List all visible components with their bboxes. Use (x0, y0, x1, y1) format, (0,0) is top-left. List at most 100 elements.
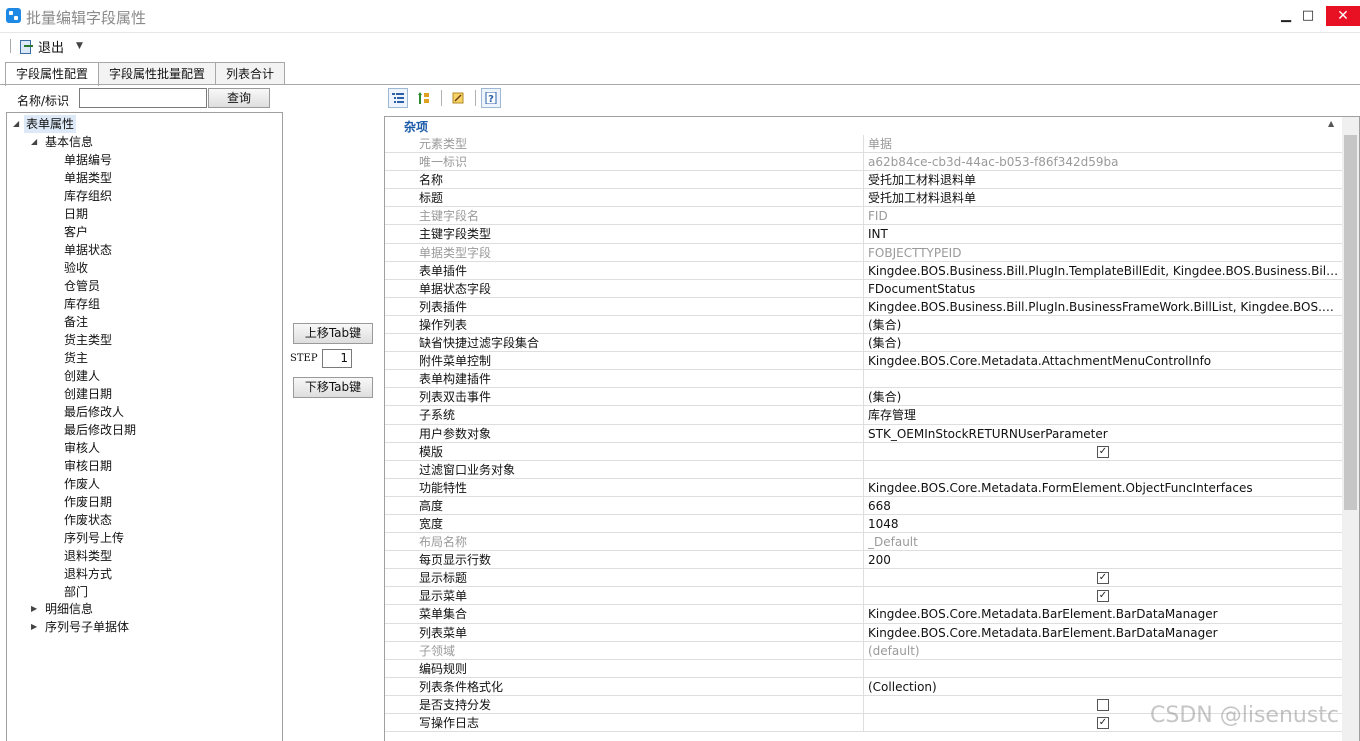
property-row[interactable]: 过滤窗口业务对象 (385, 460, 1343, 479)
property-row[interactable]: 附件菜单控制 Kingdee.BOS.Core.Metadata.Attachme… (385, 352, 1343, 371)
tab-list-total[interactable]: 列表合计 (215, 62, 286, 85)
tree-item[interactable]: 退料类型 (64, 547, 112, 565)
tree-item[interactable]: 创建日期 (64, 385, 112, 403)
property-row[interactable]: 表单构建插件 (385, 370, 1343, 389)
property-value[interactable]: Kingdee.BOS.Business.Bill.PlugIn.Busines… (868, 298, 1340, 316)
tree-item[interactable]: 部门 (64, 583, 88, 601)
property-row[interactable]: 模版 ✓ (385, 442, 1343, 461)
property-pages-icon[interactable] (448, 88, 468, 108)
category-header[interactable]: 杂项 ▲ (385, 117, 1345, 135)
property-checkbox[interactable]: ✓ (1097, 717, 1109, 729)
property-row[interactable]: 标题 受托加工材料退料单 (385, 189, 1343, 208)
tree-item[interactable]: 货主 (64, 349, 88, 367)
maximize-button[interactable]: □ (1296, 6, 1320, 26)
property-row[interactable]: 显示菜单 ✓ (385, 587, 1343, 606)
help-icon[interactable]: ? (481, 88, 501, 108)
property-row[interactable]: 高度 668 (385, 496, 1343, 515)
tree-item[interactable]: 库存组织 (64, 187, 112, 205)
sort-alpha-icon[interactable] (414, 88, 434, 108)
property-value[interactable]: INT (868, 225, 1340, 243)
property-row[interactable]: 操作列表 (集合) (385, 315, 1343, 335)
tree-group-serial-subentity[interactable]: 序列号子单据体 (45, 618, 129, 636)
property-row[interactable]: 列表双击事件 (集合) (385, 388, 1343, 407)
minimize-button[interactable]: ▁ (1274, 6, 1298, 26)
property-checkbox[interactable]: ✓ (1097, 572, 1109, 585)
chevron-down-icon[interactable]: ▼ (76, 41, 83, 51)
tree-item[interactable]: 备注 (64, 313, 88, 331)
tab-field-property-batch-config[interactable]: 字段属性批量配置 (98, 62, 217, 85)
property-row[interactable]: 菜单集合 Kingdee.BOS.Core.Metadata.BarElement… (385, 605, 1343, 624)
property-row[interactable]: 缺省快捷过滤字段集合 (集合) (385, 334, 1343, 353)
tree-item[interactable]: 创建人 (64, 367, 100, 385)
property-grid[interactable]: 杂项 ▲ 元素类型 单据 唯一标识 a62b84ce-cb3d-44ac-b053-f… (384, 116, 1360, 741)
tab-field-property-config[interactable]: 字段属性配置 (5, 62, 100, 86)
collapse-arrow-icon[interactable]: ▶ (31, 618, 37, 636)
property-value[interactable]: (集合) (868, 388, 1340, 406)
property-row[interactable]: 列表条件格式化 (Collection) (385, 677, 1343, 696)
property-row[interactable]: 主键字段名 FID (385, 207, 1343, 226)
property-value[interactable]: Kingdee.BOS.Core.Metadata.BarElement.Bar… (868, 605, 1340, 623)
tree-item[interactable]: 日期 (64, 205, 88, 223)
property-value[interactable]: 200 (868, 551, 1340, 569)
tree-group-detail-info[interactable]: 明细信息 (45, 600, 93, 618)
query-button[interactable]: 查询 (208, 88, 270, 108)
tree-item[interactable]: 审核人 (64, 439, 100, 457)
property-value[interactable]: 受托加工材料退料单 (868, 189, 1340, 207)
property-row[interactable]: 元素类型 单据 (385, 135, 1343, 154)
move-down-tab-button[interactable]: 下移Tab键 (293, 377, 373, 398)
tree-item[interactable]: 库存组 (64, 295, 100, 313)
property-value[interactable]: (集合) (868, 334, 1340, 352)
tree-item[interactable]: 作废人 (64, 475, 100, 493)
property-row[interactable]: 唯一标识 a62b84ce-cb3d-44ac-b053-f86f342d59ba (385, 153, 1343, 172)
property-value[interactable]: 受托加工材料退料单 (868, 171, 1340, 189)
property-checkbox[interactable]: ✓ (1097, 445, 1109, 458)
field-tree[interactable]: ◢ 表单属性 ◢ 基本信息 单据编号 单据类型 库存组织 日期 客户 单据状态 验收 仓管员库… (6, 112, 283, 741)
tree-item[interactable]: 客户 (64, 223, 88, 241)
vertical-scrollbar[interactable] (1342, 117, 1359, 741)
tree-item[interactable]: 作废日期 (64, 493, 112, 511)
property-row[interactable]: 子系统 库存管理 (385, 406, 1343, 425)
property-row[interactable]: 功能特性 Kingdee.BOS.Core.Metadata.FormElemen… (385, 478, 1343, 497)
property-row[interactable]: 宽度 1048 (385, 514, 1343, 534)
tree-item[interactable]: 验收 (64, 259, 88, 277)
property-value[interactable]: Kingdee.BOS.Business.Bill.PlugIn.Templat… (868, 262, 1340, 280)
tree-group-basic-info[interactable]: 基本信息 (45, 133, 93, 151)
tree-item[interactable]: 退料方式 (64, 565, 112, 583)
property-value[interactable]: FDocumentStatus (868, 280, 1340, 298)
step-input[interactable]: 1 (322, 349, 352, 368)
property-value[interactable] (868, 461, 1340, 479)
collapse-arrow-icon[interactable]: ▶ (31, 600, 37, 618)
close-button[interactable]: ✕ (1326, 6, 1360, 26)
property-value[interactable]: Kingdee.BOS.Core.Metadata.BarElement.Bar… (868, 624, 1340, 642)
expand-arrow-icon[interactable]: ◢ (31, 133, 37, 151)
tree-item[interactable]: 仓管员 (64, 277, 100, 295)
tree-item[interactable]: 单据编号 (64, 151, 112, 169)
move-up-tab-button[interactable]: 上移Tab键 (293, 323, 373, 344)
property-row[interactable]: 主键字段类型 INT (385, 225, 1343, 244)
tree-item[interactable]: 最后修改日期 (64, 421, 136, 439)
property-row[interactable]: 显示标题 ✓ (385, 569, 1343, 588)
property-row[interactable]: 布局名称 _Default (385, 533, 1343, 552)
tree-item[interactable]: 审核日期 (64, 457, 112, 475)
property-row[interactable]: 单据状态字段 FDocumentStatus (385, 279, 1343, 298)
property-checkbox[interactable]: ✓ (1097, 590, 1109, 603)
property-row[interactable]: 列表菜单 Kingdee.BOS.Core.Metadata.BarElement… (385, 623, 1343, 642)
property-checkbox[interactable] (1097, 698, 1109, 711)
expand-arrow-icon[interactable]: ◢ (13, 115, 19, 133)
property-row[interactable]: 子领域 (default) (385, 641, 1343, 660)
property-value[interactable]: 库存管理 (868, 406, 1340, 424)
property-value[interactable]: Kingdee.BOS.Core.Metadata.AttachmentMenu… (868, 352, 1340, 370)
property-row[interactable]: 每页显示行数 200 (385, 551, 1343, 570)
search-input[interactable] (79, 88, 207, 108)
property-value[interactable]: 1048 (868, 515, 1340, 533)
property-row[interactable]: 表单插件 Kingdee.BOS.Business.Bill.PlugIn.Tem… (385, 261, 1343, 280)
property-row[interactable]: 列表插件 Kingdee.BOS.Business.Bill.PlugIn.Bus… (385, 297, 1343, 316)
property-row[interactable]: 单据类型字段 FOBJECTTYPEID (385, 243, 1343, 262)
tree-item[interactable]: 序列号上传 (64, 529, 124, 547)
property-row[interactable]: 用户参数对象 STK_OEMInStockRETURNUserParameter (385, 424, 1343, 443)
tree-item[interactable]: 货主类型 (64, 331, 112, 349)
categorized-icon[interactable] (388, 88, 408, 108)
tree-item[interactable]: 单据类型 (64, 169, 112, 187)
exit-button[interactable]: 退出 ▼ (18, 37, 83, 56)
property-value[interactable]: (Collection) (868, 678, 1340, 696)
